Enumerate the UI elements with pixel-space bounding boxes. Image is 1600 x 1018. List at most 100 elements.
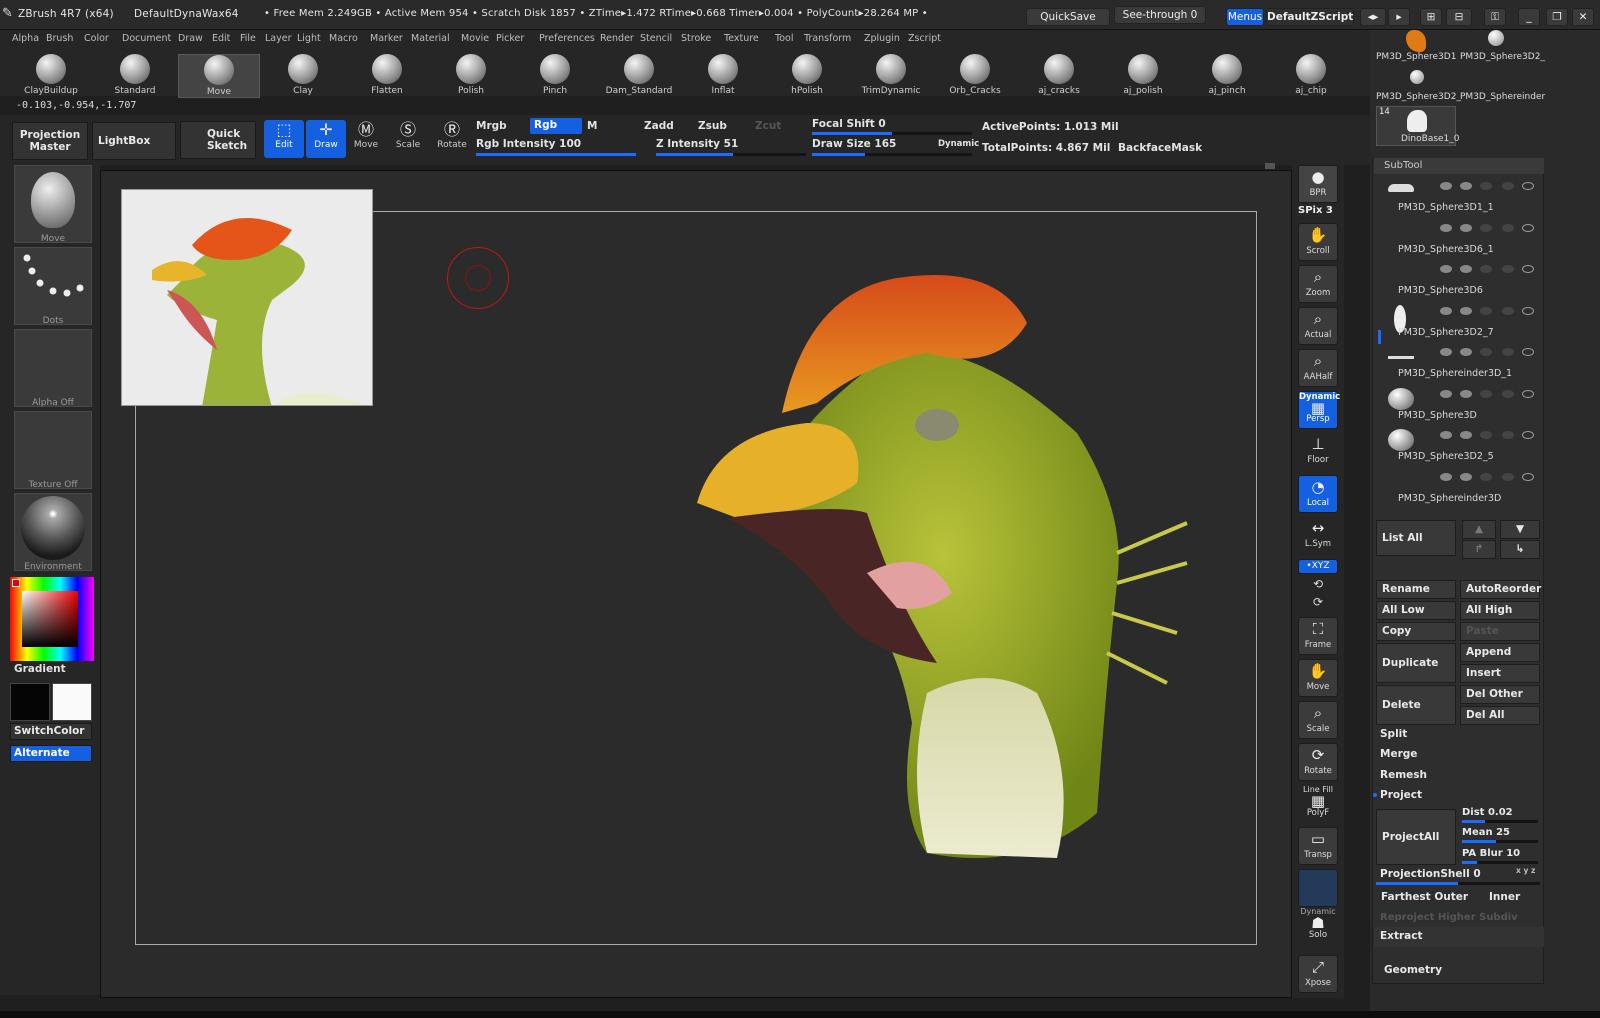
canvas-scroll-indicator[interactable] (1265, 163, 1275, 169)
color-picker-square[interactable] (22, 591, 78, 647)
rotate-mode-button[interactable]: Ⓡ Rotate (432, 120, 472, 158)
gradient-label[interactable]: Gradient (14, 663, 66, 675)
projection-shell-slider[interactable]: ProjectionShell 0 (1380, 868, 1481, 880)
actual-button[interactable]: ⌕ Actual (1298, 307, 1338, 345)
close-icon[interactable]: ✕ (1572, 8, 1594, 26)
lightbox-button[interactable]: LightBox (92, 122, 176, 160)
main-color-swatch[interactable] (10, 683, 50, 721)
geometry-section[interactable]: Geometry (1384, 964, 1442, 976)
move-down-button[interactable]: ▼ (1500, 520, 1540, 539)
xyz-button[interactable]: •XYZ (1298, 559, 1338, 574)
polyf-button[interactable]: Line Fill ▦ PolyF (1298, 785, 1338, 823)
tool-thumb-4[interactable]: PM3D_Sphereinder (1458, 68, 1545, 102)
inner-button[interactable]: Inner (1484, 889, 1540, 908)
subtool-row[interactable]: PM3D_Sphere3D (1384, 384, 1544, 425)
alpha-slot[interactable]: Alpha Off (14, 329, 92, 408)
brush-pinch[interactable]: Pinch (514, 54, 596, 98)
floor-button[interactable]: ⊥ Floor (1298, 433, 1338, 471)
see-through-slider[interactable]: See-through 0 (1114, 6, 1206, 24)
subtool-toggle-icon[interactable] (1460, 306, 1472, 315)
bpr-button[interactable]: ● BPR (1298, 165, 1338, 203)
zbrush-logo-icon[interactable]: ✎ (2, 6, 13, 21)
xpose-button[interactable]: ⤢ Xpose (1298, 955, 1338, 993)
reproject-higher-subdiv-button[interactable]: Reproject Higher Subdiv (1380, 912, 1518, 923)
brush-flatten[interactable]: Flatten (346, 54, 428, 98)
menu-picker[interactable]: Picker (496, 33, 524, 44)
ui-layout-icon[interactable]: ⊞ (1420, 8, 1442, 26)
z-intensity-slider[interactable] (656, 153, 806, 156)
subtool-toggle-icon[interactable] (1440, 348, 1452, 356)
paste-button[interactable]: Paste (1460, 622, 1540, 641)
aahalf-button[interactable]: ⌕ AAHalf (1298, 349, 1338, 387)
dynamic-toggle[interactable]: Dynamic (938, 139, 979, 149)
tool-thumb-2[interactable]: PM3D_Sphere3D2_ (1458, 30, 1545, 64)
visibility-eye-icon[interactable] (1522, 182, 1534, 190)
remesh-section[interactable]: Remesh (1380, 769, 1427, 781)
move-view-button[interactable]: ✋ Move (1298, 659, 1338, 697)
menu-marker[interactable]: Marker (370, 33, 403, 44)
rotate-z-icon[interactable]: ⟳ (1298, 595, 1338, 613)
brush-aj-chip[interactable]: aj_chip (1270, 54, 1352, 98)
brush-aj-polish[interactable]: aj_polish (1102, 54, 1184, 98)
arrow-down-right-icon[interactable]: ↳ (1500, 540, 1540, 559)
dist-slider[interactable]: Dist 0.02 (1462, 807, 1513, 818)
frame-button[interactable]: ⛶ Frame (1298, 617, 1338, 655)
rotate-view-button[interactable]: ⟳ Rotate (1298, 743, 1338, 781)
layout-left-icon[interactable]: ◂▸ (1360, 8, 1386, 26)
rotate-y-icon[interactable]: ⟲ (1298, 577, 1338, 595)
rgb-button[interactable]: Rgb (530, 118, 582, 134)
subtool-toggle-icon[interactable] (1440, 265, 1452, 273)
menu-edit[interactable]: Edit (212, 33, 230, 44)
document-canvas[interactable] (100, 163, 1292, 998)
brush-trimdynamic[interactable]: TrimDynamic (850, 54, 932, 98)
menu-transform[interactable]: Transform (804, 33, 851, 44)
quick-sketch-button[interactable]: Quick Sketch (180, 121, 256, 159)
menu-document[interactable]: Document (122, 33, 171, 44)
menu-stroke[interactable]: Stroke (681, 33, 711, 44)
material-slot[interactable]: Environment (14, 493, 92, 572)
autoreorder-button[interactable]: AutoReorder (1460, 580, 1541, 599)
subtool-toggle-icon[interactable] (1480, 472, 1492, 481)
append-button[interactable]: Append (1460, 643, 1540, 662)
color-picker[interactable] (10, 577, 94, 661)
menu-layer[interactable]: Layer (265, 33, 292, 44)
duplicate-button[interactable]: Duplicate (1376, 643, 1456, 683)
subtool-toggle-icon[interactable] (1480, 348, 1492, 356)
move-up-button[interactable]: ▲ (1462, 520, 1496, 539)
scale-view-button[interactable]: ⌕ Scale (1298, 701, 1338, 739)
lock-icon[interactable]: ⚿ (1484, 8, 1506, 26)
split-section[interactable]: Split (1380, 728, 1407, 740)
scroll-button[interactable]: ✋ Scroll (1298, 223, 1338, 261)
subtool-toggle-icon[interactable] (1502, 389, 1514, 398)
brush-move[interactable]: Move (178, 54, 260, 98)
solo-button[interactable]: Dynamic ☗ Solo (1298, 907, 1338, 945)
subtool-toggle-icon[interactable] (1502, 431, 1514, 439)
transp-button[interactable]: ▭ Transp (1298, 827, 1338, 865)
dist-track[interactable] (1462, 820, 1538, 823)
secondary-color-swatch[interactable] (52, 683, 92, 721)
focal-shift-slider[interactable] (812, 132, 972, 135)
lsym-button[interactable]: ↔ L.Sym (1298, 517, 1338, 555)
subtool-toggle-icon[interactable] (1460, 182, 1472, 190)
subtool-toggle-icon[interactable] (1502, 223, 1514, 232)
tool-thumb-1[interactable]: PM3D_Sphere3D1 (1376, 30, 1456, 64)
switch-color-button[interactable]: SwitchColor (10, 723, 92, 740)
subtool-toggle-icon[interactable] (1502, 306, 1514, 315)
subtool-row[interactable]: PM3D_Sphere3D6_1 (1384, 218, 1544, 259)
current-brush-slot[interactable]: Move (14, 165, 92, 244)
project-all-button[interactable]: ProjectAll (1376, 809, 1456, 865)
menu-texture[interactable]: Texture (724, 33, 759, 44)
subtool-toggle-icon[interactable] (1480, 182, 1492, 190)
projection-shell-track[interactable] (1376, 882, 1540, 885)
subtool-toggle-icon[interactable] (1440, 306, 1452, 315)
subtool-toggle-icon[interactable] (1480, 223, 1492, 232)
brush-orb-cracks[interactable]: Orb_Cracks (934, 54, 1016, 98)
menu-alpha[interactable]: Alpha (12, 33, 39, 44)
subtool-toggle-icon[interactable] (1502, 182, 1514, 190)
brush-polish[interactable]: Polish (430, 54, 512, 98)
menu-render[interactable]: Render (600, 33, 634, 44)
menu-preferences[interactable]: Preferences (539, 33, 595, 44)
subtool-toggle-icon[interactable] (1440, 182, 1452, 190)
subtool-row[interactable]: PM3D_Sphereinder3D (1384, 467, 1544, 508)
extract-header[interactable]: Extract (1374, 927, 1544, 947)
